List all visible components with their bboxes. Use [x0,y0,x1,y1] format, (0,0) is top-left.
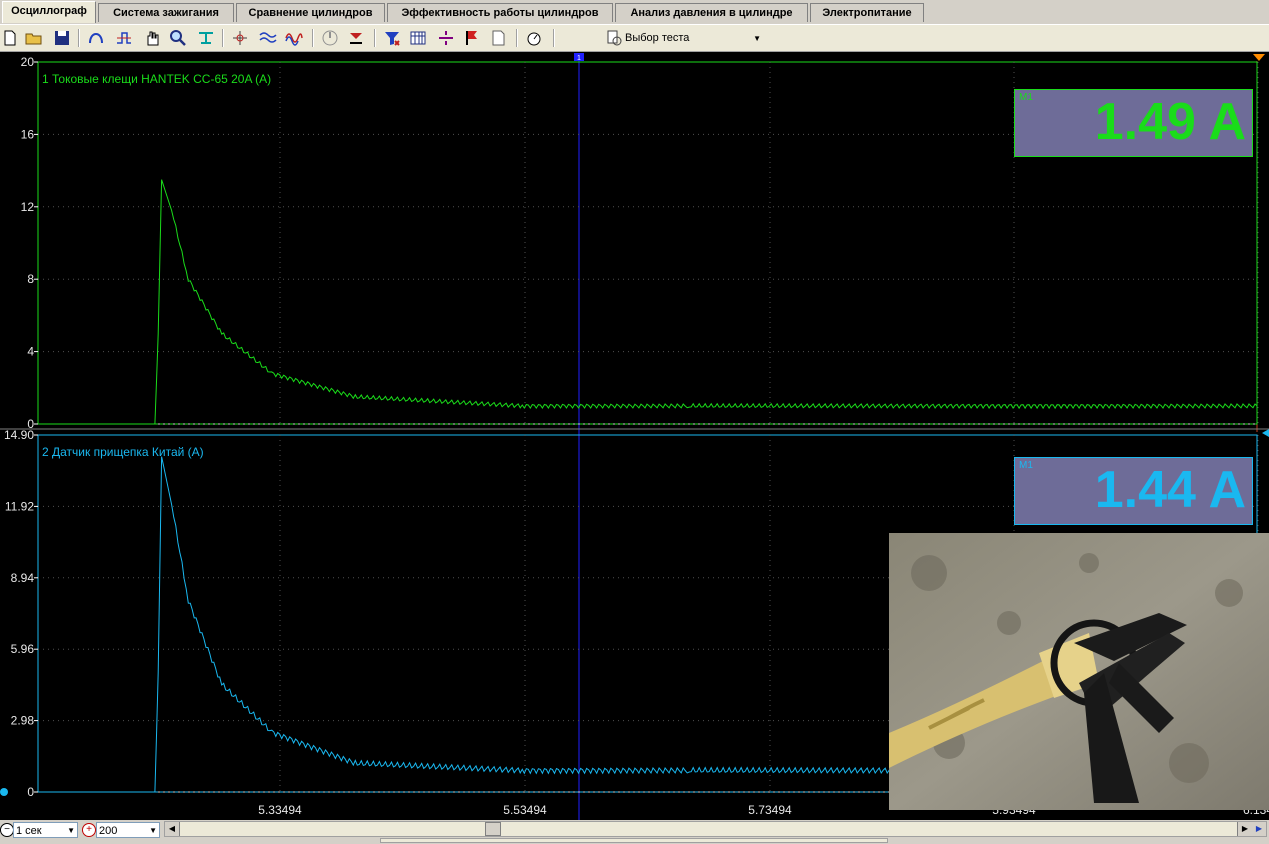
bottom-splitter[interactable] [380,838,888,843]
ch2-scroll-marker [1262,429,1269,437]
test-select[interactable]: Выбор теста ▼ [605,28,761,48]
y-tick-label: 5.96 [11,642,35,656]
samples-select[interactable]: 200 ▼ [96,822,160,838]
cursor-icon[interactable] [230,28,250,48]
channel2-meter-label: M1 [1019,460,1033,471]
chevron-down-icon: ▼ [67,826,75,835]
hand-icon[interactable] [142,28,162,48]
test-select-label: Выбор теста [625,32,690,44]
scroll-end-icon[interactable]: ▶ [1252,822,1266,836]
divider-icon[interactable] [436,28,456,48]
tab-cylinder-compare[interactable]: Сравнение цилиндров [236,3,385,22]
y-tick-label: 0 [27,785,34,799]
trigger-marker [1253,54,1265,61]
channel2-meter-value: 1.44 A [1094,461,1246,519]
fft-icon[interactable] [284,28,304,48]
filter-icon[interactable] [382,28,402,48]
scroll-thumb[interactable] [485,822,501,836]
flag-icon[interactable] [462,28,482,48]
zoom-icon[interactable] [168,28,188,48]
channel2-meter: M1 1.44 A [1014,457,1253,525]
minus-icon[interactable]: − [0,823,14,837]
tab-bar: Осциллограф Система зажигания Сравнение … [0,0,1269,24]
cursor-marker-label: 1 [577,55,581,62]
channel2-title: 2 Датчик прищепка Китай (A) [42,445,204,459]
tab-oscilloscope[interactable]: Осциллограф [2,1,96,23]
save-icon[interactable] [52,28,72,48]
plus-icon[interactable]: + [82,823,96,837]
status-bar: − 1 сек ▼ + 200 ▼ ◀ ▶ ▶ [0,820,1269,844]
channel1-title: 1 Токовые клещи HANTEK CC-65 20A (A) [42,72,271,86]
y-tick-label: 11.92 [5,499,34,513]
y-tick-label: 8.94 [11,571,35,585]
y-tick-label: 16 [21,127,35,141]
open-file-icon[interactable] [24,28,44,48]
trigger-icon[interactable] [114,28,134,48]
channel1-waveform [38,179,1258,425]
x-tick-label: 5.33494 [258,803,302,817]
channel-icon[interactable] [86,28,106,48]
scroll-right-icon[interactable]: ▶ [1237,822,1252,836]
y-tick-label: 12 [21,200,35,214]
horizontal-scrollbar[interactable]: ◀ ▶ ▶ [164,821,1267,837]
zero-icon[interactable] [346,28,366,48]
channel1-meter-label: M1 [1019,92,1033,103]
tab-power[interactable]: Электропитание [810,3,924,22]
scroll-left-icon[interactable]: ◀ [165,822,180,836]
y-tick-label: 8 [27,272,34,286]
chevron-down-icon: ▼ [753,33,761,43]
y-tick-label: 2.98 [11,714,35,728]
auto-icon[interactable] [320,28,340,48]
tab-cylinder-efficiency[interactable]: Эффективность работы цилиндров [387,3,613,22]
y-tick-label: 14.90 [4,428,34,442]
clamp-sensor-photo [889,533,1269,810]
toolbar: Выбор теста ▼ [0,24,1269,52]
channel1-meter-value: 1.49 A [1094,93,1246,151]
tab-ignition[interactable]: Система зажигания [98,3,234,22]
waves-icon[interactable] [258,28,278,48]
table-icon[interactable] [408,28,428,48]
channel1-meter: M1 1.49 A [1014,89,1253,157]
new-file-icon[interactable] [0,28,20,48]
x-tick-label: 5.73494 [748,803,792,817]
autoscale-icon[interactable] [196,28,216,48]
time-per-div-value: 1 сек [16,825,42,837]
time-per-div-select[interactable]: 1 сек ▼ [13,822,78,838]
y-tick-label: 4 [27,345,34,359]
test-icon [605,29,625,47]
y-tick-label: 20 [21,55,35,69]
samples-value: 200 [99,825,118,837]
auto-detect-icon[interactable] [524,28,544,48]
x-tick-label: 5.53494 [503,803,547,817]
ch2-ground-marker [0,788,8,796]
page-icon[interactable] [488,28,508,48]
chevron-down-icon: ▼ [149,826,157,835]
tab-pressure-analysis[interactable]: Анализ давления в цилиндре [615,3,808,22]
